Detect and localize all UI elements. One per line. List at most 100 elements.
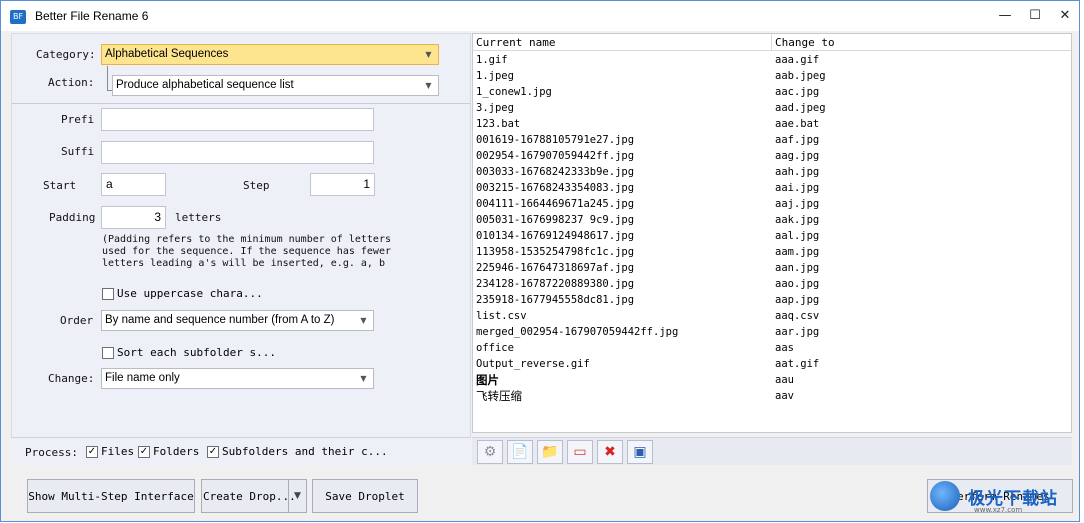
process-options: Process: ✓ Files ✓ Folders ✓ Subfolders …: [11, 437, 471, 465]
sort-subfolder-checkbox[interactable]: Sort each subfolder s...: [102, 346, 276, 359]
file-list[interactable]: Current name Change to 1.gif aaa.gif 1.jpe…: [472, 33, 1072, 433]
prefix-label: Prefi: [61, 113, 95, 126]
prefix-input[interactable]: [101, 108, 374, 131]
chevron-down-icon: ▼: [360, 316, 367, 325]
minimize-button[interactable]: —: [993, 5, 1017, 27]
add-file-icon[interactable]: 📄: [507, 439, 533, 464]
table-row[interactable]: 225946-167647318697af.jpg aan.jpg: [473, 260, 1071, 276]
window-title: Better File Rename 6: [35, 9, 149, 23]
current-name-cell: 123.bat: [476, 118, 521, 130]
order-label: Order: [60, 314, 94, 327]
category-select[interactable]: Alphabetical Sequences ▼: [101, 44, 439, 65]
step-input[interactable]: 1: [310, 173, 375, 196]
save-droplet-button[interactable]: Save Droplet: [312, 479, 418, 513]
table-row[interactable]: Output_reverse.gif aat.gif: [473, 356, 1071, 372]
table-row[interactable]: 234128-16787220889380.jpg aao.jpg: [473, 276, 1071, 292]
change-to-cell: aav: [775, 390, 794, 402]
table-row[interactable]: 图片 aau: [473, 372, 1071, 388]
action-label: Action:: [48, 76, 95, 89]
change-to-cell: aag.jpg: [775, 150, 820, 162]
sort-subfolder-label: Sort each subfolder s...: [117, 346, 276, 359]
list-toolbar: ⚙ 📄 📁 ▭ ✖ ▣: [472, 437, 1072, 465]
table-row[interactable]: 1_conew1.jpg aac.jpg: [473, 84, 1071, 100]
padding-input[interactable]: 3: [101, 206, 166, 229]
table-row[interactable]: office aas: [473, 340, 1071, 356]
save-icon[interactable]: ▣: [627, 439, 653, 464]
current-name-cell: merged_002954-167907059442ff.jpg: [476, 326, 679, 338]
change-to-cell: aaq.csv: [775, 310, 820, 322]
padding-unit: letters: [175, 211, 222, 224]
table-row[interactable]: 113958-1535254798fc1c.jpg aam.jpg: [473, 244, 1071, 260]
section-divider: [12, 103, 470, 104]
column-current-name[interactable]: Current name: [473, 34, 771, 51]
start-label: Start: [43, 179, 77, 192]
suffix-input[interactable]: [101, 141, 374, 164]
table-row[interactable]: merged_002954-167907059442ff.jpg aar.jpg: [473, 324, 1071, 340]
table-row[interactable]: 004111-1664469671a245.jpg aaj.jpg: [473, 196, 1071, 212]
check-icon[interactable]: ✓: [86, 445, 98, 458]
action-select[interactable]: Produce alphabetical sequence list ▼: [112, 75, 439, 96]
table-row[interactable]: 1.jpeg aab.jpeg: [473, 68, 1071, 84]
check-icon[interactable]: ✓: [138, 445, 150, 458]
chevron-down-icon[interactable]: ▼: [288, 480, 306, 512]
change-to-cell: aai.jpg: [775, 182, 820, 194]
current-name-cell: 003033-16768242333b9e.jpg: [476, 166, 635, 178]
suffix-label: Suffi: [61, 145, 95, 158]
current-name-cell: 飞转压缩: [476, 389, 522, 403]
check-icon[interactable]: ✓: [207, 445, 219, 458]
action-value: Produce alphabetical sequence list: [116, 79, 294, 91]
folders-checkbox[interactable]: ✓ Folders: [138, 445, 199, 458]
start-input[interactable]: a: [101, 173, 166, 196]
table-row[interactable]: 003215-16768243354083.jpg aai.jpg: [473, 180, 1071, 196]
table-row[interactable]: 001619-16788105791e27.jpg aaf.jpg: [473, 132, 1071, 148]
change-to-cell: aab.jpeg: [775, 70, 826, 82]
change-to-cell: aat.gif: [775, 358, 820, 370]
current-name-cell: 010134-16769124948617.jpg: [476, 230, 635, 242]
change-to-cell: aau: [775, 374, 794, 386]
padding-note: (Padding refers to the minimum number of…: [102, 234, 391, 269]
padding-label: Padding: [49, 211, 96, 224]
change-to-cell: aac.jpg: [775, 86, 820, 98]
table-row[interactable]: 1.gif aaa.gif: [473, 52, 1071, 68]
multi-step-button[interactable]: Show Multi-Step Interface: [27, 479, 195, 513]
current-name-cell: 004111-1664469671a245.jpg: [476, 198, 635, 210]
create-droplet-button[interactable]: Create Drop... ▼: [201, 479, 307, 513]
sort-subfolder-box[interactable]: [102, 346, 114, 359]
change-to-cell: aar.jpg: [775, 326, 820, 338]
app-window: BF Better File Rename 6 — ☐ ✕ Category: …: [0, 0, 1080, 522]
change-select[interactable]: File name only ▼: [101, 368, 374, 389]
chevron-down-icon: ▼: [360, 374, 367, 383]
change-to-cell: aao.jpg: [775, 278, 820, 290]
subfolders-checkbox[interactable]: ✓ Subfolders and their c...: [207, 445, 388, 458]
table-row[interactable]: 123.bat aae.bat: [473, 116, 1071, 132]
change-to-cell: aan.jpg: [775, 262, 820, 274]
change-to-cell: aaf.jpg: [775, 134, 820, 146]
files-checkbox[interactable]: ✓ Files: [86, 445, 134, 458]
delete-icon[interactable]: ✖: [597, 439, 623, 464]
column-change-to[interactable]: Change to: [771, 34, 1071, 51]
uppercase-box[interactable]: [102, 287, 114, 300]
tree-connector: [107, 66, 108, 90]
table-row[interactable]: 003033-16768242333b9e.jpg aah.jpg: [473, 164, 1071, 180]
category-value: Alphabetical Sequences: [105, 48, 229, 60]
table-row[interactable]: 235918-1677945558dc81.jpg aap.jpg: [473, 292, 1071, 308]
current-name-cell: 003215-16768243354083.jpg: [476, 182, 635, 194]
current-name-cell: office: [476, 342, 514, 354]
table-row[interactable]: 飞转压缩 aav: [473, 388, 1071, 404]
gear-icon[interactable]: ⚙: [477, 439, 503, 464]
change-to-cell: aap.jpg: [775, 294, 820, 306]
current-name-cell: list.csv: [476, 310, 527, 322]
add-folder-icon[interactable]: 📁: [537, 439, 563, 464]
table-row[interactable]: 002954-167907059442ff.jpg aag.jpg: [473, 148, 1071, 164]
change-label: Change:: [48, 372, 95, 385]
close-button[interactable]: ✕: [1053, 5, 1077, 27]
maximize-button[interactable]: ☐: [1023, 5, 1047, 27]
table-row[interactable]: 010134-16769124948617.jpg aal.jpg: [473, 228, 1071, 244]
list-rows: 1.gif aaa.gif 1.jpeg aab.jpeg 1_conew1.jpg aa…: [473, 52, 1071, 404]
table-row[interactable]: 005031-1676998237 9c9.jpg aak.jpg: [473, 212, 1071, 228]
uppercase-checkbox[interactable]: Use uppercase chara...: [102, 287, 263, 300]
table-row[interactable]: 3.jpeg aad.jpeg: [473, 100, 1071, 116]
order-select[interactable]: By name and sequence number (from A to Z…: [101, 310, 374, 331]
remove-file-icon[interactable]: ▭: [567, 439, 593, 464]
table-row[interactable]: list.csv aaq.csv: [473, 308, 1071, 324]
